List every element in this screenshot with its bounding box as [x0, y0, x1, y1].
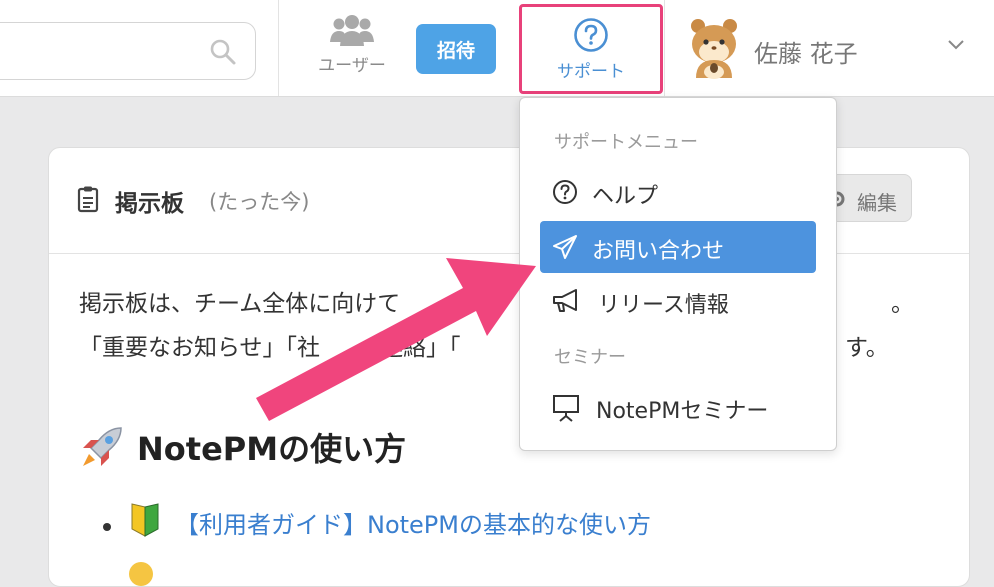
- menu-section-seminar: セミナー: [554, 347, 626, 368]
- search-input[interactable]: [0, 22, 256, 80]
- menu-item-label: お問い合わせ: [592, 239, 725, 264]
- presentation-icon: [553, 395, 579, 422]
- paper-plane-icon: [553, 235, 577, 259]
- top-bar: ユーザー 招待 サポート 佐藤 花子: [0, 0, 994, 97]
- card-title: 掲示板: [115, 191, 184, 217]
- users-icon: [330, 15, 374, 46]
- users-button[interactable]: ユーザー: [302, 12, 402, 86]
- support-button[interactable]: サポート: [519, 4, 663, 94]
- clipboard-icon: [77, 186, 99, 213]
- body-text-line1-tail: 。: [891, 291, 914, 317]
- question-circle-icon: [553, 180, 577, 204]
- menu-item-seminar[interactable]: NotePMセミナー: [540, 381, 816, 433]
- body-text-line1: 掲示板は、チーム全体に向けて: [79, 291, 401, 317]
- bullet-dot: [103, 523, 111, 531]
- avatar[interactable]: [684, 16, 744, 80]
- menu-item-release-notes[interactable]: リリース情報: [540, 275, 816, 327]
- card-timestamp: (たった今): [209, 190, 310, 214]
- rocket-icon: [83, 427, 122, 466]
- menu-item-label: リリース情報: [598, 293, 729, 318]
- menu-item-help[interactable]: ヘルプ: [540, 166, 816, 218]
- megaphone-icon: [553, 289, 577, 312]
- menu-item-label: ヘルプ: [592, 184, 659, 209]
- users-label: ユーザー: [318, 56, 386, 76]
- divider: [278, 0, 279, 96]
- section-heading: NotePMの使い方: [79, 424, 406, 470]
- body-text-line2-mid: 連絡」「: [380, 335, 461, 361]
- chevron-down-icon[interactable]: [946, 38, 966, 52]
- user-name[interactable]: 佐藤 花子: [754, 34, 858, 69]
- body-text-line2: 「重要なお知らせ」「社: [79, 335, 321, 361]
- guide-link[interactable]: 【利用者ガイド】NotePMの基本的な使い方: [175, 505, 651, 540]
- support-dropdown-menu: サポートメニュー ヘルプ お問い合わせ リリース情報 セミナー NotePMセミ…: [519, 97, 837, 451]
- invite-button[interactable]: 招待: [416, 24, 496, 74]
- section-title: NotePMの使い方: [137, 430, 407, 468]
- search-icon: [210, 39, 236, 65]
- divider: [664, 0, 665, 96]
- menu-item-label: NotePMセミナー: [596, 399, 769, 424]
- beginner-mark-icon: [131, 503, 159, 537]
- body-text-line2-tail: す。: [845, 335, 889, 361]
- question-circle-icon: [574, 18, 608, 52]
- edit-label: 編集: [857, 191, 897, 215]
- support-label: サポート: [557, 62, 625, 82]
- bullet-emoji-icon: [129, 562, 153, 586]
- menu-item-contact[interactable]: お問い合わせ: [540, 221, 816, 273]
- menu-section-support: サポートメニュー: [554, 132, 698, 153]
